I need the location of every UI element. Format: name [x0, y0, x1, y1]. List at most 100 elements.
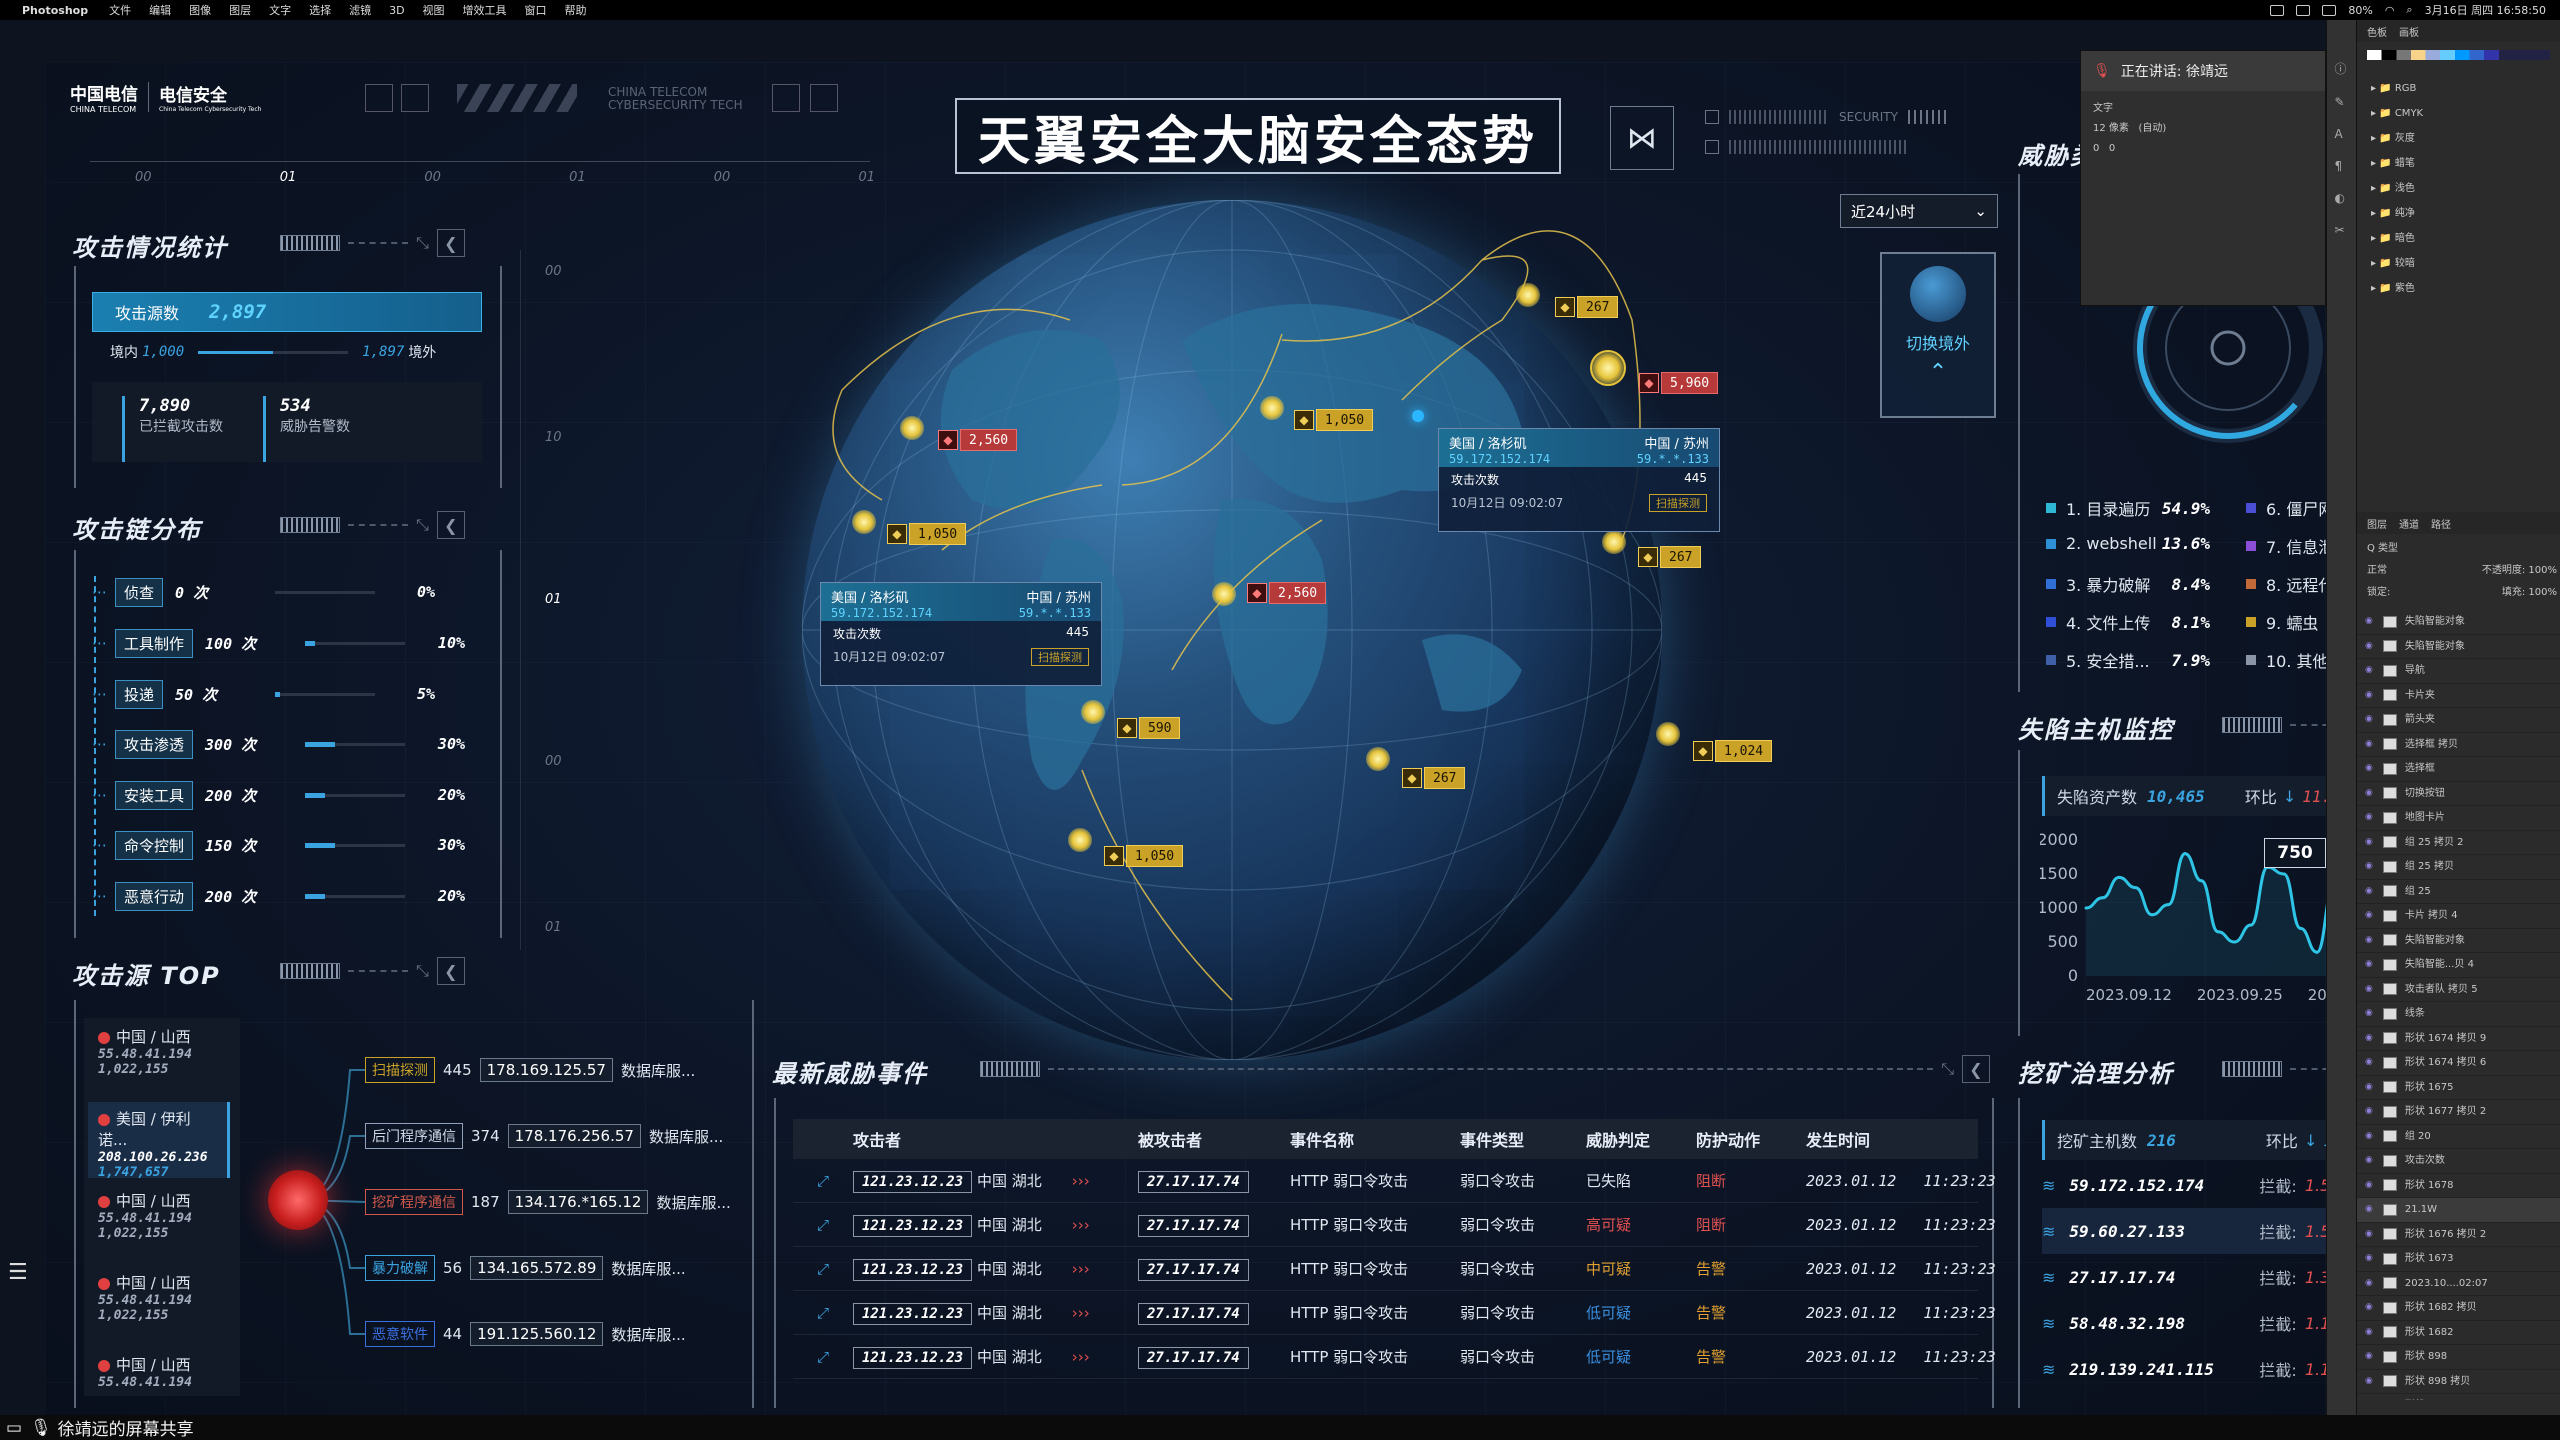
threat-legend-item[interactable]: 3. 暴力破解 8.4%: [2046, 572, 2210, 596]
source-item[interactable]: 中国 / 山西 55.48.41.194: [88, 1348, 230, 1396]
app-menu[interactable]: Photoshop: [22, 4, 88, 17]
expand-icon[interactable]: ⤢: [793, 1260, 853, 1278]
fill-field[interactable]: 填充: 100%: [2502, 582, 2557, 604]
search-icon[interactable]: ⌕: [2406, 3, 2412, 17]
attack-point[interactable]: [1081, 700, 1105, 724]
branch-row[interactable]: 后门程序通信 374 178.176.256.57 数据库服...: [365, 1112, 723, 1160]
layer-item[interactable]: ◉ 失陷智能...贝 4: [2357, 953, 2560, 978]
layer-item[interactable]: ◉ 形状 887: [2357, 1394, 2560, 1400]
threat-legend-item[interactable]: 5. 安全措... 7.9%: [2046, 648, 2210, 672]
collapse-icon[interactable]: ❮: [436, 511, 465, 539]
menu-edit[interactable]: 编辑: [149, 2, 171, 18]
time-range-select[interactable]: 近24小时 ⌄: [1840, 194, 1998, 228]
opacity-field[interactable]: 不透明度: 100%: [2482, 560, 2557, 582]
layer-item[interactable]: ◉ 攻击者队 拷贝 5: [2357, 978, 2560, 1002]
layer-item[interactable]: ◉ 组 25 拷贝: [2357, 855, 2560, 880]
folder-item[interactable]: ▸ 📁 RGB: [2371, 76, 2546, 101]
folder-item[interactable]: ▸ 📁 浅色: [2371, 176, 2546, 201]
layer-item[interactable]: ◉ 选择框 拷贝: [2357, 733, 2560, 757]
collapse-icon[interactable]: ❮: [436, 229, 465, 257]
mining-row[interactable]: ≋ 219.139.241.115 拦截: 1.1: [2042, 1346, 2352, 1392]
wifi-icon[interactable]: ◠: [2385, 4, 2395, 17]
collapse-icon[interactable]: ❮: [1962, 1055, 1990, 1083]
brush-icon[interactable]: ✎: [2335, 95, 2349, 109]
info-icon[interactable]: ⓘ: [2335, 60, 2349, 77]
attack-target-marker[interactable]: [1590, 350, 1626, 386]
visibility-eye-icon[interactable]: ◉: [2365, 684, 2373, 708]
attack-point[interactable]: [1516, 283, 1540, 307]
layer-item[interactable]: ◉ 形状 1676 拷贝 2: [2357, 1223, 2560, 1247]
menu-window[interactable]: 窗口: [525, 2, 547, 18]
mining-row[interactable]: ≋ 59.60.27.133 拦截: 1.5: [2042, 1208, 2352, 1254]
branch-row[interactable]: 暴力破解 56 134.165.572.89 数据库服...: [365, 1244, 686, 1292]
layer-item[interactable]: ◉ 形状 1678: [2357, 1174, 2560, 1198]
swatch-row[interactable]: [2367, 50, 2550, 60]
layer-item[interactable]: ◉ 形状 898 拷贝: [2357, 1370, 2560, 1394]
layer-item[interactable]: ◉ 组 25 拷贝 2: [2357, 831, 2560, 855]
branch-row[interactable]: 恶意软件 44 191.125.560.12 数据库服...: [365, 1310, 686, 1358]
folder-item[interactable]: ▸ 📁 蜡笔: [2371, 151, 2546, 176]
switch-overseas-button[interactable]: 切换境外 ⌃: [1880, 252, 1996, 418]
threat-legend-item[interactable]: 4. 文件上传 8.1%: [2046, 610, 2210, 634]
menu-image[interactable]: 图像: [189, 2, 211, 18]
expand-icon[interactable]: ⤢: [793, 1304, 853, 1322]
visibility-eye-icon[interactable]: ◉: [2365, 953, 2373, 977]
visibility-eye-icon[interactable]: ◉: [2365, 1051, 2373, 1075]
datetime[interactable]: 3月16日 周四 16:58:50: [2425, 2, 2546, 18]
layer-item[interactable]: ◉ 导航: [2357, 659, 2560, 684]
layer-item[interactable]: ◉ 卡片 拷贝 4: [2357, 904, 2560, 929]
layer-filter[interactable]: Q 类型: [2367, 538, 2557, 560]
expand-icon[interactable]: ⤢: [793, 1216, 853, 1234]
blend-mode-select[interactable]: 正常: [2367, 560, 2387, 582]
source-item[interactable]: 中国 / 山西 55.48.41.194 1,022,155: [88, 1184, 230, 1260]
layer-item[interactable]: ◉ 攻击次数: [2357, 1149, 2560, 1174]
attack-point[interactable]: [1602, 530, 1626, 554]
attack-point[interactable]: [1366, 747, 1390, 771]
cut-icon[interactable]: ✂: [2335, 223, 2349, 237]
source-item[interactable]: 中国 / 山西 55.48.41.194 1,022,155: [88, 1266, 230, 1342]
visibility-eye-icon[interactable]: ◉: [2365, 1076, 2373, 1100]
visibility-eye-icon[interactable]: ◉: [2365, 635, 2373, 659]
status-icon[interactable]: [2322, 4, 2337, 16]
tab-swatches[interactable]: 色板: [2367, 24, 2387, 39]
source-item-active[interactable]: 美国 / 伊利诺... 208.100.26.236 1,747,657: [88, 1102, 230, 1180]
share-nodes-icon[interactable]: ⋈: [1610, 106, 1674, 170]
visibility-eye-icon[interactable]: ◉: [2365, 1345, 2373, 1369]
layer-item[interactable]: ◉ 失陷智能对象: [2357, 929, 2560, 953]
menu-type[interactable]: 文字: [269, 2, 291, 18]
layer-item[interactable]: ◉ 形状 1682: [2357, 1321, 2560, 1345]
visibility-eye-icon[interactable]: ◉: [2365, 1272, 2373, 1296]
layer-item[interactable]: ◉ 形状 1673: [2357, 1247, 2560, 1272]
layer-item[interactable]: ◉ 形状 1675: [2357, 1076, 2560, 1100]
target-point[interactable]: [1412, 410, 1424, 422]
visibility-eye-icon[interactable]: ◉: [2365, 610, 2373, 634]
branch-row[interactable]: 挖矿程序通信 187 134.176.*165.12 数据库服...: [365, 1178, 731, 1226]
attack-popup[interactable]: 美国 / 洛杉矶 59.172.152.174 中国 / 苏州 59.*.*.133…: [820, 582, 1102, 686]
layer-item[interactable]: ◉ 2023.10....02:07: [2357, 1272, 2560, 1296]
table-row[interactable]: ⤢ 121.23.12.23 中国 湖北 ››› 27.17.17.74 HTTP…: [793, 1335, 1996, 1379]
paragraph-icon[interactable]: ¶: [2335, 159, 2349, 173]
visibility-eye-icon[interactable]: ◉: [2365, 1296, 2373, 1320]
collapse-icon[interactable]: ❮: [436, 957, 465, 985]
menu-3d[interactable]: 3D: [389, 4, 404, 17]
attack-point[interactable]: [852, 510, 876, 534]
layer-item[interactable]: ◉ 失陷智能对象: [2357, 635, 2560, 659]
visibility-eye-icon[interactable]: ◉: [2365, 1198, 2373, 1222]
mining-row[interactable]: ≋ 59.172.152.174 拦截: 1.5: [2042, 1162, 2352, 1208]
status-icon[interactable]: [2296, 4, 2311, 16]
source-item[interactable]: 中国 / 山西 55.48.41.194 1,022,155: [88, 1020, 230, 1096]
layer-item[interactable]: ◉ 失陷智能对象: [2357, 610, 2560, 635]
menu-select[interactable]: 选择: [309, 2, 331, 18]
visibility-eye-icon[interactable]: ◉: [2365, 880, 2373, 904]
visibility-eye-icon[interactable]: ◉: [2365, 782, 2373, 806]
visibility-eye-icon[interactable]: ◉: [2365, 1027, 2373, 1051]
visibility-eye-icon[interactable]: ◉: [2365, 1394, 2373, 1400]
layer-item[interactable]: ◉ 形状 898: [2357, 1345, 2560, 1370]
mining-row[interactable]: ≋ 58.48.32.198 拦截: 1.1: [2042, 1300, 2352, 1346]
branch-row[interactable]: 扫描探测 445 178.169.125.57 数据库服...: [365, 1046, 695, 1094]
visibility-eye-icon[interactable]: ◉: [2365, 757, 2373, 781]
layer-item[interactable]: ◉ 形状 1674 拷贝 6: [2357, 1051, 2560, 1076]
threat-legend-item[interactable]: 1. 目录遍历 54.9%: [2046, 496, 2210, 520]
expand-icon[interactable]: ⤢: [793, 1348, 853, 1366]
layer-item[interactable]: ◉ 形状 1677 拷贝 2: [2357, 1100, 2560, 1125]
